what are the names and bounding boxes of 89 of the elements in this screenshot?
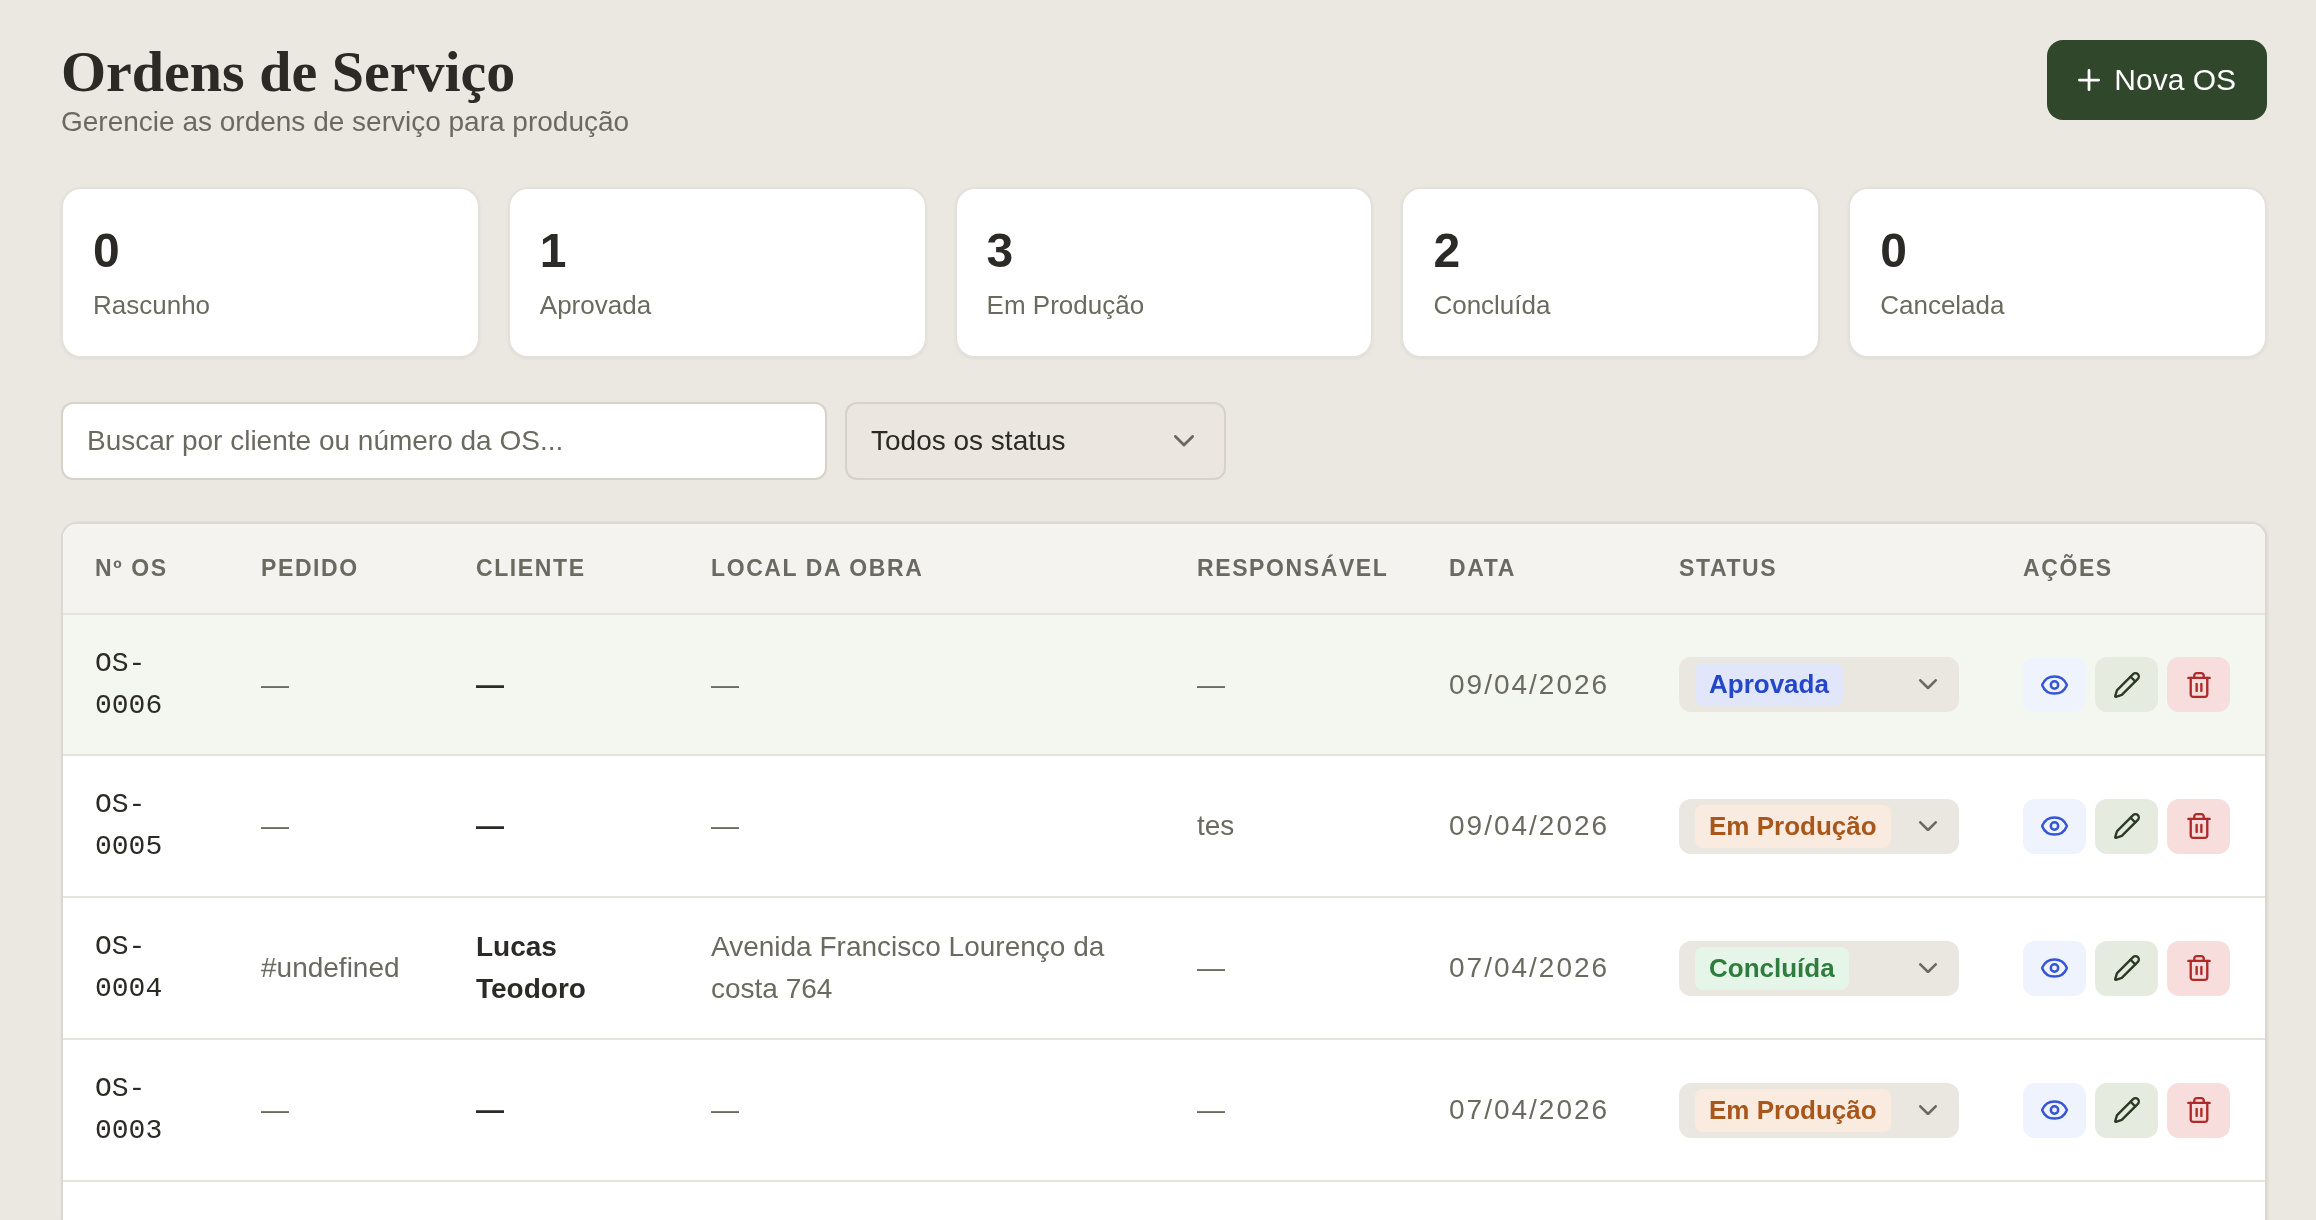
order-reference: — [261, 1093, 289, 1127]
order-reference: #undefined [261, 951, 400, 985]
column-header: RESPONSÁVEL [1197, 555, 1389, 582]
client-name: Lucas Teodoro [476, 930, 587, 1006]
chevron-down-icon [1174, 435, 1194, 447]
client-name: — [476, 1093, 504, 1127]
status-select[interactable]: Aprovada [1679, 657, 1959, 712]
search-field[interactable]: Buscar por cliente ou número da OS... [61, 402, 827, 480]
stat-value: 2 [1433, 223, 1461, 279]
pencil-icon [2113, 671, 2140, 698]
trash-icon [2186, 1097, 2211, 1123]
delete-button[interactable] [2167, 657, 2230, 712]
column-header: CLIENTE [476, 555, 586, 582]
edit-button[interactable] [2095, 940, 2158, 996]
status-badge: Aprovada [1695, 663, 1843, 706]
pencil-icon [2113, 813, 2140, 839]
order-number: OS-0004 [95, 930, 163, 1006]
status-select[interactable]: Em Produção [1679, 798, 1959, 854]
eye-icon [2041, 1100, 2068, 1120]
page-subtitle: Gerencie as ordens de serviço para produção [61, 105, 630, 139]
trash-icon [2186, 813, 2211, 839]
stat-label: Cancelada [1880, 289, 2005, 321]
eye-icon [2041, 674, 2068, 695]
order-date: 09/04/2026 [1449, 667, 1610, 702]
order-reference: — [261, 809, 289, 843]
column-header: PEDIDO [261, 555, 359, 582]
stat-value: 0 [93, 223, 120, 279]
eye-icon [2041, 816, 2068, 836]
status-filter-select[interactable]: Todos os status [845, 402, 1226, 480]
responsible-name: — [1197, 1093, 1225, 1127]
page-title: Ordens de Serviço [61, 40, 516, 104]
chevron-down-icon [1919, 679, 1937, 690]
responsible-name: tes [1197, 809, 1235, 843]
site-address: Avenida Francisco Lourenço da costa 764 [711, 930, 1106, 1006]
site-address: — [711, 667, 739, 702]
plus-icon [2078, 69, 2101, 91]
new-order-button[interactable]: Nova OS [2047, 40, 2267, 120]
table-row[interactable]: OS-0006 — — — — 09/04/2026 Aprovada [63, 615, 2265, 756]
view-button[interactable] [2023, 657, 2086, 712]
view-button[interactable] [2023, 798, 2086, 854]
order-date: 09/04/2026 [1449, 809, 1610, 843]
delete-button[interactable] [2167, 1082, 2230, 1138]
site-address: — [711, 809, 739, 843]
status-badge: Concluída [1695, 946, 1849, 990]
client-name: — [476, 667, 504, 702]
status-select[interactable]: Concluída [1679, 940, 1959, 996]
edit-button[interactable] [2095, 657, 2158, 712]
table-row[interactable]: OS-0005 — — — tes 09/04/2026 Em Produção [63, 756, 2265, 898]
table-row[interactable]: OS-0004 #undefined Lucas Teodoro Avenida Francisco Lourenço da costa 764 — 07/04/2026 Concluída [63, 898, 2265, 1040]
pencil-icon [2113, 955, 2140, 981]
trash-icon [2186, 955, 2211, 981]
delete-button[interactable] [2167, 940, 2230, 996]
chevron-down-icon [1919, 962, 1937, 974]
trash-icon [2186, 671, 2211, 698]
order-number: OS-0003 [95, 1072, 163, 1148]
order-date: 07/04/2026 [1449, 1093, 1610, 1127]
stat-label: Aprovada [539, 289, 652, 321]
view-button[interactable] [2023, 1082, 2086, 1138]
column-header: DATA [1449, 555, 1516, 582]
responsible-name: — [1197, 951, 1225, 985]
site-address: — [711, 1093, 739, 1127]
column-header: Nº OS [95, 555, 168, 582]
column-header: STATUS [1679, 555, 1778, 582]
chevron-down-icon [1919, 820, 1937, 832]
stat-label: Em Produção [986, 289, 1145, 321]
stat-value: 1 [539, 223, 567, 279]
status-select[interactable]: Em Produção [1679, 1082, 1959, 1138]
order-number: OS-0005 [95, 788, 163, 864]
responsible-name: — [1197, 667, 1225, 702]
status-badge: Em Produção [1695, 1088, 1891, 1132]
column-header: LOCAL DA OBRA [711, 555, 924, 582]
view-button[interactable] [2023, 940, 2086, 996]
order-number: OS-0006 [95, 646, 163, 723]
edit-button[interactable] [2095, 1082, 2158, 1138]
order-reference: — [261, 667, 289, 702]
stat-label: Concluída [1433, 289, 1551, 321]
delete-button[interactable] [2167, 798, 2230, 854]
table-row[interactable]: OS-0003 — — — — 07/04/2026 Em Produção [63, 1040, 2265, 1182]
client-name: — [476, 809, 504, 843]
chevron-down-icon [1919, 1104, 1937, 1116]
pencil-icon [2113, 1097, 2140, 1123]
eye-icon [2041, 958, 2068, 978]
edit-button[interactable] [2095, 798, 2158, 854]
stat-value: 0 [1880, 223, 1907, 279]
column-header: AÇÕES [2023, 555, 2113, 582]
status-badge: Em Produção [1695, 804, 1891, 848]
order-date: 07/04/2026 [1449, 951, 1610, 985]
stat-label: Rascunho [93, 289, 211, 321]
stat-value: 3 [986, 223, 1014, 279]
